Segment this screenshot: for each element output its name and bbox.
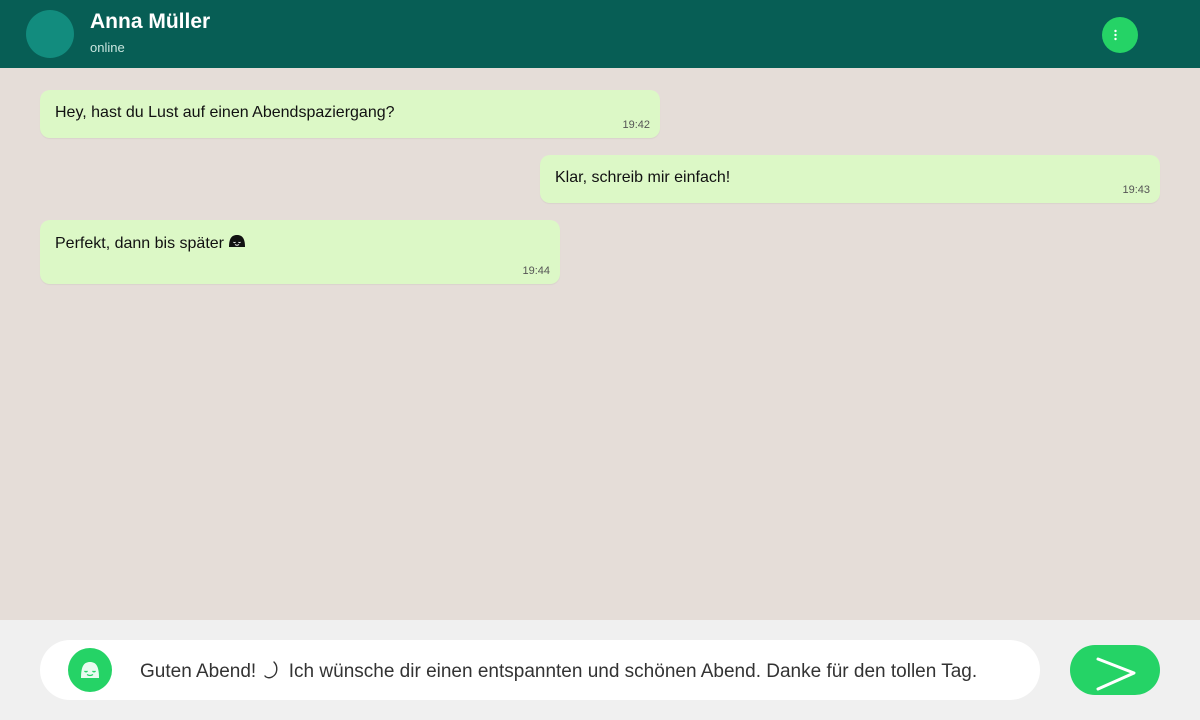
more-vertical-icon [1114, 29, 1117, 41]
message-text: Klar, schreib mir einfach! [555, 169, 731, 186]
crescent-moon-icon [263, 661, 277, 679]
message-input-container[interactable]: Guten Abend! Ich wünsche dir einen entsp… [40, 640, 1040, 700]
message-time: 19:42 [622, 119, 650, 131]
contact-name: Anna Müller [90, 10, 211, 33]
message-text: Perfekt, dann bis später [55, 235, 224, 252]
menu-button[interactable] [1102, 17, 1138, 53]
input-text-start: Guten Abend! [140, 661, 257, 682]
message-bubble: Perfekt, dann bis später 19:44 [40, 220, 560, 284]
input-text-end: Ich wünsche dir einen entspannten und sc… [288, 661, 978, 682]
message-bubble: Klar, schreib mir einfach! 19:43 [540, 155, 1160, 203]
message-content: Perfekt, dann bis später [55, 233, 246, 254]
avatar[interactable] [26, 10, 74, 58]
emoji-button[interactable] [68, 648, 112, 692]
smiling-face-icon [81, 662, 99, 678]
message-text: Hey, hast du Lust auf einen Abendspazier… [55, 104, 395, 121]
send-icon [1096, 657, 1136, 691]
contact-status: online [90, 40, 125, 55]
message-time: 19:43 [1122, 184, 1150, 196]
message-bubble: Hey, hast du Lust auf einen Abendspazier… [40, 90, 660, 138]
chat-header: Anna Müller online [0, 0, 1200, 68]
smiling-face-icon [228, 235, 245, 247]
message-input[interactable]: Guten Abend! Ich wünsche dir einen entsp… [140, 660, 977, 683]
message-time: 19:44 [522, 265, 550, 277]
composer-bar: Guten Abend! Ich wünsche dir einen entsp… [0, 620, 1200, 720]
send-button[interactable] [1070, 645, 1160, 695]
